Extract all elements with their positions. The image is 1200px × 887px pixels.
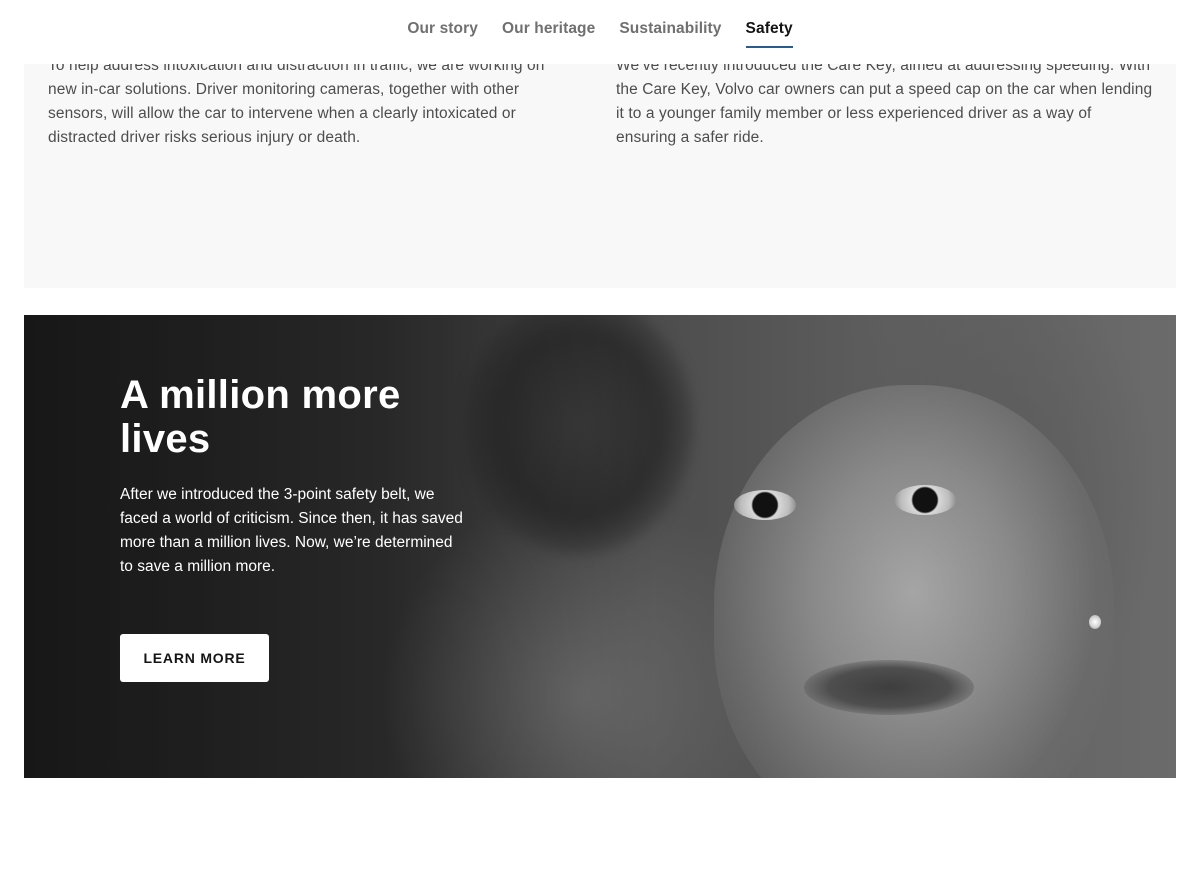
intoxication-text: To help address intoxication and distrac… [48,57,545,146]
learn-more-button[interactable]: LEARN MORE [120,634,269,682]
tab-our-story[interactable]: Our story [407,20,478,48]
care-key-text: We’ve recently introduced the Care Key, … [616,57,1153,146]
million-more-lives-hero: A million more lives After we introduced… [24,315,1176,778]
tab-sustainability[interactable]: Sustainability [619,20,721,48]
page: To help address intoxication and distrac… [0,0,1200,887]
hero-title: A million more lives [120,373,401,461]
tab-safety[interactable]: Safety [745,20,793,48]
hero-description: After we introduced the 3-point safety b… [120,486,463,575]
section-nav: Our story Our heritage Sustainability Sa… [0,0,1200,64]
tab-our-heritage[interactable]: Our heritage [502,20,595,48]
